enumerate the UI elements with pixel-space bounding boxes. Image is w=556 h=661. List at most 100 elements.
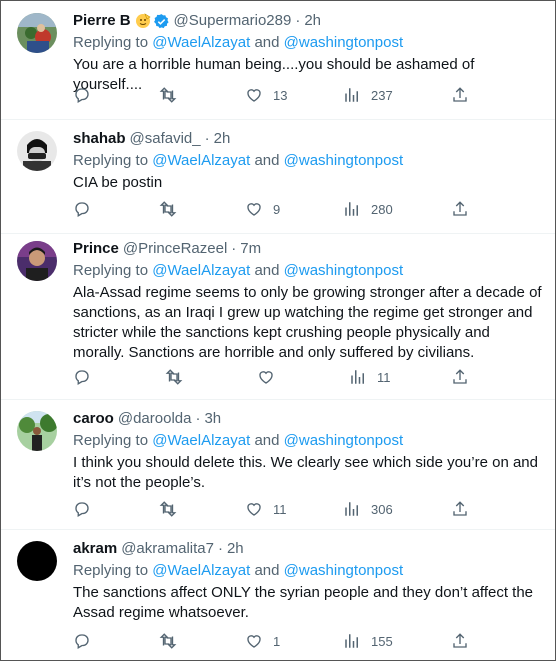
like-button[interactable]: 11 [245,499,287,519]
verified-badge-icon [153,13,170,30]
avatar[interactable] [17,241,57,281]
like-icon [259,371,273,384]
tweet-item[interactable]: Prince @PrinceRazeel · 7m Replying to @W… [1,233,555,400]
replying-to-and: and [254,432,280,449]
timestamp[interactable]: 7m [240,239,261,259]
share-icon [453,201,467,216]
author-name[interactable]: Prince [73,239,119,259]
avatar[interactable] [17,13,57,53]
replying-to: Replying to @WaelAlzayat and @washington… [73,151,543,171]
mention-link[interactable]: @washingtonpost [284,152,403,169]
retweet-icon [159,201,177,217]
views-icon [345,202,358,216]
views-button[interactable]: 155 [343,631,393,651]
like-button[interactable]: 9 [245,199,280,219]
replying-to-label: Replying to [73,152,149,169]
retweet-icon [165,369,183,385]
reply-button[interactable] [73,631,101,651]
like-icon [247,635,261,648]
like-count: 13 [273,87,288,103]
tweet-item[interactable]: Pierre B @Supermario289 · 2h Replying to… [1,1,555,120]
mention-link[interactable]: @WaelAlzayat [152,152,250,169]
tweet-actions: 9 280 [73,199,473,219]
reply-button[interactable] [73,499,101,519]
share-button[interactable] [451,631,469,651]
author-name[interactable]: shahab [73,129,126,149]
views-button[interactable]: 237 [343,85,393,105]
like-button[interactable] [257,367,285,387]
timestamp[interactable]: 3h [204,409,221,429]
avatar[interactable] [17,131,57,171]
timestamp[interactable]: 2h [227,539,244,559]
share-button[interactable] [451,499,469,519]
avatar[interactable] [17,411,57,451]
like-count: 1 [273,633,281,649]
avatar[interactable] [17,541,57,581]
views-icon [351,370,364,384]
tweet-item[interactable]: caroo @daroolda · 3h Replying to @WaelAl… [1,399,555,530]
author-name[interactable]: caroo [73,409,114,429]
replying-to: Replying to @WaelAlzayat and @washington… [73,431,543,451]
mention-link[interactable]: @WaelAlzayat [152,262,250,279]
mention-link[interactable]: @washingtonpost [284,34,403,51]
timestamp[interactable]: 2h [214,129,231,149]
retweet-icon [159,501,177,517]
views-count: 280 [371,201,393,217]
views-count: 237 [371,87,393,103]
separator-dot: · [295,12,301,29]
author-name[interactable]: Pierre B [73,11,131,31]
tweet-actions: 11 [73,367,473,387]
views-icon [345,88,358,102]
retweet-button[interactable] [159,85,187,105]
author-handle[interactable]: @daroolda [118,409,192,429]
share-button[interactable] [451,85,469,105]
reply-button[interactable] [73,85,101,105]
reply-icon [75,634,89,649]
mention-link[interactable]: @WaelAlzayat [152,432,250,449]
replying-to-and: and [254,152,280,169]
like-count: 11 [273,501,287,517]
tweet-replies-panel: Pierre B @Supermario289 · 2h Replying to… [0,0,556,661]
author-handle[interactable]: @safavid_ [130,129,201,149]
share-button[interactable] [451,199,469,219]
separator-dot: · [231,240,237,257]
share-icon [453,633,467,648]
author-handle[interactable]: @Supermario289 [174,11,292,31]
mention-link[interactable]: @washingtonpost [284,262,403,279]
share-button[interactable] [451,367,469,387]
author-handle[interactable]: @akramalita7 [121,539,214,559]
reply-button[interactable] [73,199,101,219]
views-count: 155 [371,633,393,649]
tweet-text: I think you should delete this. We clear… [73,454,538,491]
mention-link[interactable]: @WaelAlzayat [152,562,250,579]
replying-to-and: and [254,34,280,51]
separator-dot: · [217,540,223,557]
share-icon [453,369,467,384]
tweet-actions: 1 155 [73,631,473,651]
mention-link[interactable]: @washingtonpost [284,562,403,579]
retweet-button[interactable] [159,199,187,219]
author-name[interactable]: akram [73,539,117,559]
reply-button[interactable] [73,367,101,387]
like-button[interactable]: 13 [245,85,287,105]
timestamp[interactable]: 2h [304,11,321,31]
tweet-item[interactable]: shahab @safavid_ · 2h Replying to @WaelA… [1,119,555,234]
views-button[interactable]: 11 [349,367,391,387]
retweet-button[interactable] [165,367,193,387]
replying-to-and: and [254,262,280,279]
views-icon [345,502,358,516]
retweet-button[interactable] [159,631,187,651]
author-handle[interactable]: @PrinceRazeel [123,239,227,259]
mention-link[interactable]: @washingtonpost [284,432,403,449]
mention-link[interactable]: @WaelAlzayat [152,34,250,51]
separator-dot: · [195,410,201,427]
like-icon [247,89,261,102]
views-button[interactable]: 280 [343,199,393,219]
like-button[interactable]: 1 [245,631,280,651]
tweet-item[interactable]: akram @akramalita7 · 2h Replying to @Wae… [1,529,555,660]
replying-to-label: Replying to [73,562,149,579]
replying-to-label: Replying to [73,262,149,279]
tweet-text: Ala-Assad regime seems to only be growin… [73,284,542,361]
retweet-button[interactable] [159,499,187,519]
views-button[interactable]: 306 [343,499,393,519]
